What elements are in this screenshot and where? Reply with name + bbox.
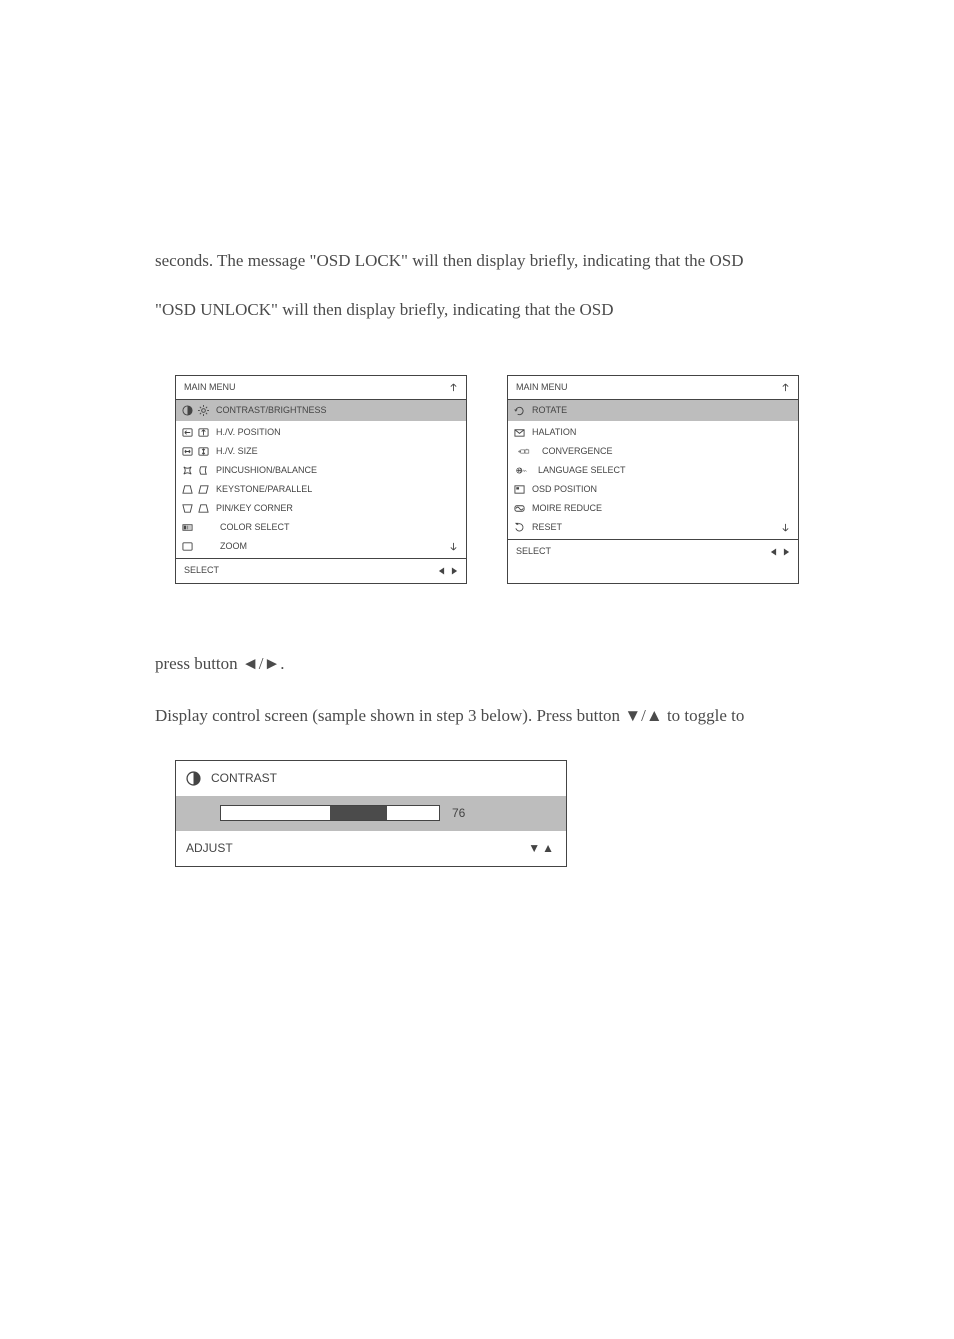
osd-panel-1: MAIN MENU CONTRAST/BRIGHTNESS <box>175 375 467 584</box>
osd-panel-2-title: MAIN MENU <box>516 379 568 396</box>
scroll-up-icon <box>781 383 790 392</box>
halation-icon <box>512 426 526 438</box>
osd-row-hv-size[interactable]: H./V. SIZE <box>180 442 458 461</box>
brightness-icon <box>196 404 210 416</box>
scroll-down-icon <box>781 523 790 532</box>
osd-row-pinkey-corner[interactable]: PIN/KEY CORNER <box>180 499 458 518</box>
osd-panel-1-highlight-row[interactable]: CONTRAST/BRIGHTNESS <box>176 400 466 421</box>
scroll-up-icon <box>449 383 458 392</box>
osd-row-pincushion[interactable]: PINCUSHION/BALANCE <box>180 461 458 480</box>
pin-corner-icon <box>180 503 194 515</box>
keystone-icon <box>180 484 194 496</box>
osd-row-color-select[interactable]: COLOR SELECT <box>180 518 458 537</box>
osd-position-icon <box>512 484 526 496</box>
osd-row-language[interactable]: LANGUAGE SELECT <box>512 461 790 480</box>
osd-row-osd-position[interactable]: OSD POSITION <box>512 480 790 499</box>
language-icon <box>512 465 532 477</box>
up-triangle-icon <box>646 706 663 725</box>
left-triangle-icon <box>242 654 259 673</box>
osd-row-moire[interactable]: MOIRE REDUCE <box>512 499 790 518</box>
convergence-icon <box>512 445 536 457</box>
osd-panel-2-footer-label: SELECT <box>516 543 551 560</box>
control-value: 76 <box>452 802 465 825</box>
slider-track[interactable] <box>220 805 440 821</box>
control-title-label: CONTRAST <box>211 767 277 790</box>
osd-panel-2: MAIN MENU ROTATE HALATION CONVERGENCE <box>507 375 799 584</box>
right-triangle-icon <box>263 654 280 673</box>
moire-icon <box>512 503 526 515</box>
osd-row-keystone[interactable]: KEYSTONE/PARALLEL <box>180 480 458 499</box>
select-arrows-icon <box>438 567 458 575</box>
slider-fill <box>330 806 387 820</box>
scroll-down-icon <box>449 542 458 551</box>
reset-icon <box>512 522 526 534</box>
control-screen-panel: CONTRAST 76 ADJUST ▼▲ <box>175 760 567 866</box>
osd-panels-container: MAIN MENU CONTRAST/BRIGHTNESS <box>175 375 799 584</box>
osd-panel-1-highlight-label: CONTRAST/BRIGHTNESS <box>216 402 458 419</box>
step-display-line: Display control screen (sample shown in … <box>155 700 799 732</box>
osd-panel-1-title: MAIN MENU <box>184 379 236 396</box>
zoom-icon <box>180 541 194 553</box>
v-position-icon <box>196 426 210 438</box>
h-position-icon <box>180 426 194 438</box>
osd-row-convergence[interactable]: CONVERGENCE <box>512 442 790 461</box>
osd-row-zoom[interactable]: ZOOM <box>180 537 458 556</box>
osd-panel-2-highlight-label: ROTATE <box>532 402 790 419</box>
rotate-icon <box>512 404 526 416</box>
osd-panel-2-highlight-row[interactable]: ROTATE <box>508 400 798 421</box>
contrast-icon <box>186 771 201 786</box>
step-press-button-line: press button /. <box>155 648 799 680</box>
parallel-icon <box>196 484 210 496</box>
osd-panel-1-footer-label: SELECT <box>184 562 219 579</box>
contrast-icon <box>180 404 194 416</box>
control-footer-label: ADJUST <box>186 837 233 860</box>
osd-row-reset[interactable]: RESET <box>512 518 790 537</box>
color-select-icon <box>180 522 194 534</box>
select-arrows-icon <box>770 548 790 556</box>
body-paragraph-osd-unlock: "OSD UNLOCK" will then display briefly, … <box>155 294 799 326</box>
body-paragraph-osd-lock: seconds. The message "OSD LOCK" will the… <box>155 245 799 277</box>
v-size-icon <box>196 445 210 457</box>
down-triangle-icon <box>624 706 641 725</box>
osd-row-hv-position[interactable]: H./V. POSITION <box>180 423 458 442</box>
pincushion-icon <box>180 465 194 477</box>
control-slider-row[interactable]: 76 <box>176 796 566 831</box>
osd-row-halation[interactable]: HALATION <box>512 423 790 442</box>
h-size-icon <box>180 445 194 457</box>
key-corner-icon <box>196 503 210 515</box>
adjust-arrows-icon: ▼▲ <box>528 837 556 860</box>
balance-icon <box>196 465 210 477</box>
